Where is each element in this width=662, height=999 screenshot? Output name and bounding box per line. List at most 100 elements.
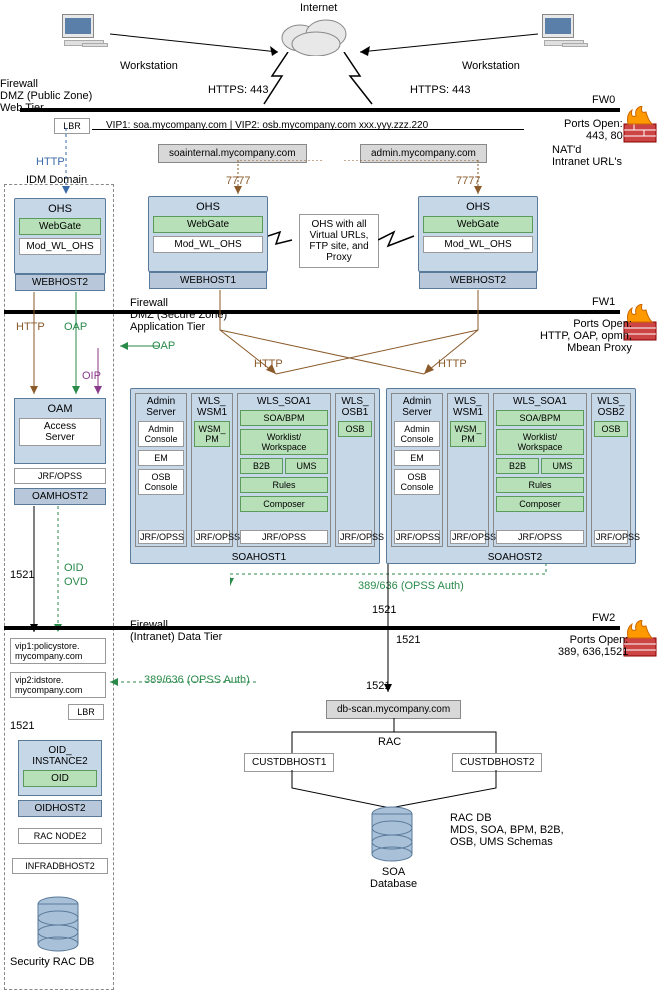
fw0-flame-icon [622,106,658,144]
rac-bracket [288,718,500,758]
s2-wlssoa-title: WLS_SOA1 [496,396,584,407]
s2-b2b: B2B [496,458,539,474]
p1521-d: 1521 [366,680,390,692]
oid-to-db [30,818,50,896]
s1-jrf1: JRF/OPSS [138,530,184,544]
s1-soabpm: SOA/BPM [240,410,328,426]
fw2-line [4,626,620,630]
oid-inner: OID [23,770,97,787]
lightning-right [334,52,394,108]
s1-osb: OSB [338,421,372,437]
soahost2: Admin Server Admin Console EM OSB Consol… [386,388,636,564]
lbr-hline [92,129,524,130]
idm-mod: Mod_WL_OHS [19,238,101,255]
ohs2-host: WEBHOST2 [419,272,537,289]
s2-jrf3: JRF/OPSS [496,530,584,544]
s2-jrf1: JRF/OPSS [394,530,440,544]
s2-worklist: Worklist/ Workspace [496,429,584,455]
idm-ohs-title: OHS [19,203,101,215]
s2-wsm-title: WLS_ WSM1 [450,396,486,418]
soahost1-label: SOAHOST1 [135,552,383,563]
secdb-label: Security RAC DB [10,956,94,968]
oap-arrow-left [120,342,160,352]
ohs2-title: OHS [423,201,533,213]
ohs-webhost2: OHS WebGate Mod_WL_OHS WEBHOST2 [418,196,538,272]
vip2-box: vip2:idstore. mycompany.com [10,672,106,698]
s1-worklist: Worklist/ Workspace [240,429,328,455]
s2-admin-console: Admin Console [394,421,440,447]
http-dist-arrows [200,290,500,390]
oid-host: OIDHOST2 [18,800,102,817]
db-scan: db-scan.mycompany.com [326,700,461,719]
racdb-label: RAC DB MDS, SOA, BPM, B2B, OSB, UMS Sche… [450,812,564,848]
ohs-webhost1: OHS WebGate Mod_WL_OHS WEBHOST1 [148,196,268,272]
fw2-ports: Ports Open: 389, 636,1521 [558,634,628,658]
s2-jrf2: JRF/OPSS [450,530,486,544]
soahost2-label: SOAHOST2 [391,552,639,563]
s1-wsm-pm: WSM_ PM [194,421,230,447]
infradb: INFRADBHOST2 [12,858,108,874]
oid-instance: OID_ INSTANCE2 OID [18,740,102,796]
oam-title: OAM [19,403,101,415]
vip1-box: vip1:policystore. mycompany.com [10,638,106,664]
ohs1-webgate: WebGate [153,216,263,233]
security-db-icon [36,896,80,955]
s1-jrf4: JRF/OPSS [338,530,372,544]
opss-arrow2 [110,678,260,688]
ohs-note: OHS with all Virtual URLs, FTP site, and… [299,214,379,268]
s1-jrf2: JRF/OPSS [194,530,230,544]
p1521-left2: 1521 [10,720,34,732]
s2-wsm-pm: WSM_ PM [450,421,486,447]
soa-db-icon [370,806,414,865]
lightning-left [250,52,310,108]
soa-to-db-arrow [384,564,404,696]
idm-title: IDM Domain [26,174,87,186]
workstation-left [62,14,106,48]
workstation-right [542,14,586,48]
s1-admin-console: Admin Console [138,421,184,447]
idm-down-arrows [24,292,114,402]
idm-down2 [28,506,88,634]
s1-admin-title: Admin Server [138,396,184,418]
s2-osbconsole: OSB Console [394,469,440,495]
fw2-zone: Firewall (Intranet) Data Tier [130,619,222,643]
nat-label: NAT'd Intranet URL's [552,144,622,168]
lightning-ohs2 [378,228,418,256]
s1-osbconsole: OSB Console [138,469,184,495]
s2-ums: UMS [541,458,584,474]
fw2-name: FW2 [592,612,615,624]
s1-b2b: B2B [240,458,283,474]
s1-composer: Composer [240,496,328,512]
ohs1-title: OHS [153,201,263,213]
oam-host: OAMHOST2 [14,488,106,505]
s1-rules: Rules [240,477,328,493]
s2-admin-title: Admin Server [394,396,440,418]
ohs1-mod: Mod_WL_OHS [153,236,263,253]
s2-rules: Rules [496,477,584,493]
ohs2-mod: Mod_WL_OHS [423,236,533,253]
ohs2-webgate: WebGate [423,216,533,233]
custdb-to-cyl [290,770,500,810]
s1-ums: UMS [285,458,328,474]
soadb-label: SOA Database [370,866,417,890]
oam-box: OAM Access Server [14,398,106,464]
s2-soabpm: SOA/BPM [496,410,584,426]
ohs1-host: WEBHOST1 [149,272,267,289]
oid-inst-title: OID_ INSTANCE2 [23,745,97,767]
s1-wsm-title: WLS_ WSM1 [194,396,230,418]
fw1-ports: Ports Open: HTTP, OAP, opmn, Mbean Proxy [540,318,632,354]
lightning-ohs1 [268,228,300,256]
s1-osb-title: WLS_ OSB1 [338,396,372,418]
fw1-name: FW1 [592,296,615,308]
arrows-7777 [160,160,520,196]
internet-label: Internet [300,2,337,14]
oam-jrf: JRF/OPSS [14,468,106,484]
lbr2-box: LBR [68,704,104,720]
soahost1: Admin Server Admin Console EM OSB Consol… [130,388,380,564]
s2-osb: OSB [594,421,628,437]
fw0-line [20,108,620,112]
oam-access: Access Server [19,418,101,446]
fw0-name: FW0 [592,94,615,106]
idm-ohs: OHS WebGate Mod_WL_OHS WEBHOST2 [14,198,106,274]
idm-webgate: WebGate [19,218,101,235]
